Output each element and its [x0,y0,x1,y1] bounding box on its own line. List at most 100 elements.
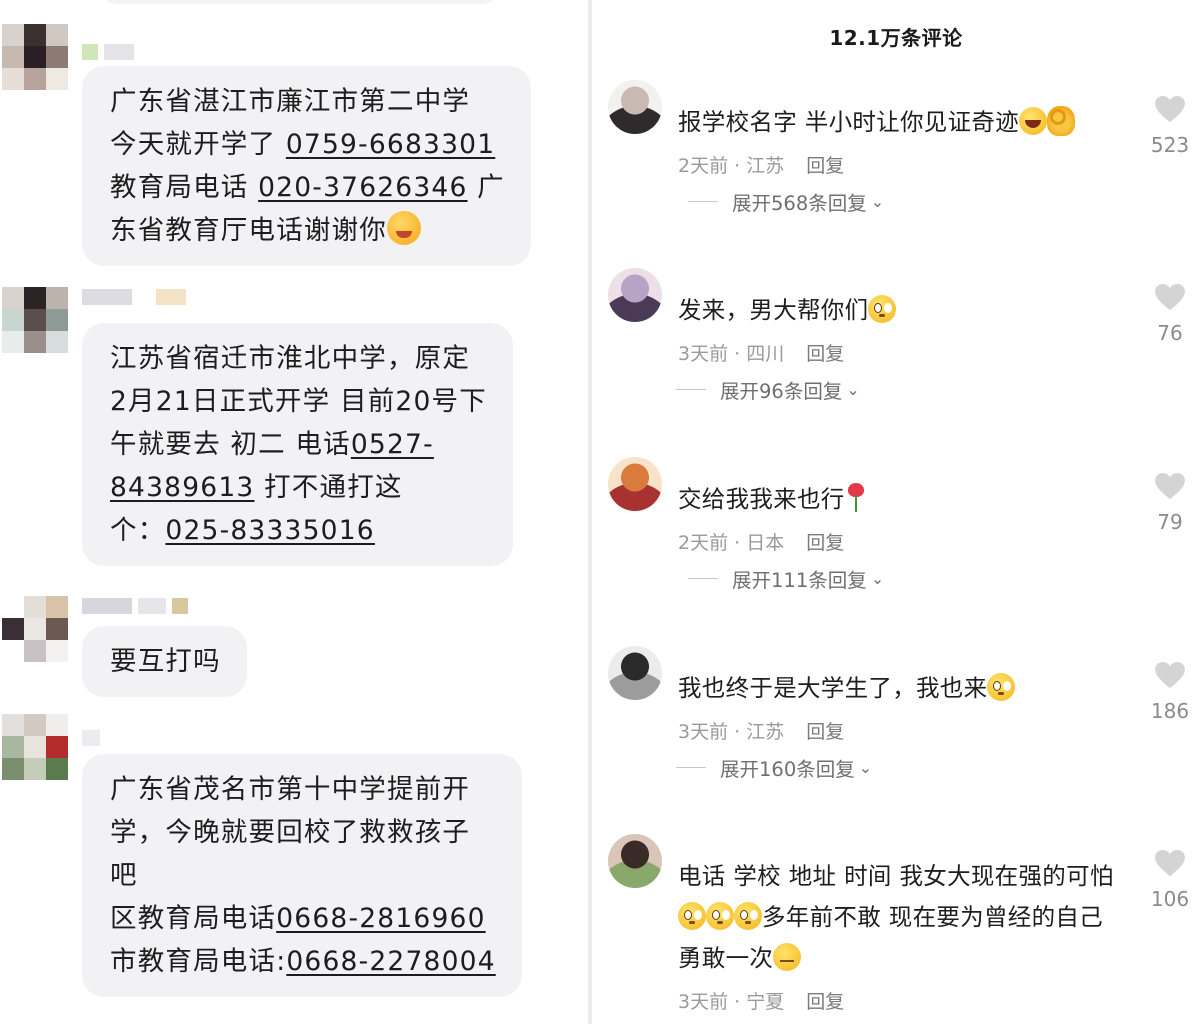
commenter-avatar[interactable] [608,834,662,888]
chevron-down-icon: ⌄ [858,758,873,777]
message-line: 吧 [110,854,496,897]
message-line: 2月21日正式开学 目前20号下 [110,380,487,423]
message-text: 我也终于是大学生了，我也来 [678,674,988,702]
eyes-face-emoji-icon [734,902,762,930]
message-text: 今天就开学了 [110,129,286,160]
eyes-face-emoji-icon [678,902,706,930]
expand-replies-button[interactable]: 展开160条回复 ⌄ [676,753,872,782]
message-text: 江苏省宿迁市淮北中学，原定 [110,343,471,374]
comment-meta: 2天前 · 日本 回复 [678,528,844,555]
like-button[interactable]: 76 [1148,284,1192,345]
message-line: 市教育局电话:0668-2278004 [110,940,496,983]
like-count: 523 [1150,133,1190,157]
divider-line [688,200,718,203]
expand-replies-button[interactable]: 展开568条回复 ⌄ [688,187,884,216]
expand-replies-button[interactable]: 展开111条回复 ⌄ [688,564,884,593]
chevron-down-icon: ⌄ [870,192,885,211]
comment-text-line: 交给我我来也行 [678,479,869,520]
avatar[interactable] [2,714,68,780]
phone-number-link[interactable]: 020-37626346 [258,172,467,203]
message-line: 个：025-83335016 [110,509,487,552]
phone-number-link[interactable]: 84389613 [110,472,254,503]
phone-number-link[interactable]: 0759-6683301 [286,129,495,160]
like-button[interactable]: 79 [1148,473,1192,534]
like-count: 106 [1150,887,1190,911]
like-button[interactable]: 523 [1148,96,1192,157]
heart-icon [1155,96,1185,123]
reply-button[interactable]: 回复 [806,155,844,177]
chevron-down-icon: ⌄ [846,380,860,399]
message-text: 广东省茂名市第十中学提前开 [110,774,471,805]
comment-meta: 3天前 · 宁夏 回复 [678,987,844,1014]
rose-emoji-icon [845,483,869,513]
avatar[interactable] [2,596,68,662]
message-bubble[interactable]: 广东省茂名市第十中学提前开学，今晚就要回校了救救孩子吧区教育局电话0668-28… [82,754,522,997]
message-line: 区教育局电话0668-2816960 [110,897,496,940]
message-text: 吧 [110,860,138,891]
divider-line [688,577,718,580]
comment-time-location: 3天前 · 四川 [678,343,785,365]
phone-number-link[interactable]: 025-83335016 [165,515,374,546]
phone-number-link[interactable]: 0668-2278004 [286,946,495,977]
reply-button[interactable]: 回复 [806,343,844,365]
eyes-face-emoji-icon [987,673,1016,701]
commenter-avatar[interactable] [608,268,662,322]
message-text: 市教育局电话: [110,946,287,977]
message-text: 打不通打这 [254,472,403,503]
like-button[interactable]: 106 [1148,850,1192,911]
comment-time-location: 2天前 · 江苏 [678,155,785,177]
phone-number-link[interactable]: 0527- [351,429,434,460]
like-button[interactable]: 186 [1148,662,1192,723]
divider-line [676,388,706,391]
pleading-face-emoji-icon [387,211,421,245]
comment-count-header: 12.1万条评论 [829,26,963,50]
avatar[interactable] [2,24,68,90]
commenter-avatar[interactable] [608,646,662,700]
comment-time-location: 3天前 · 宁夏 [678,991,785,1013]
message-text: 发来，男大帮你们 [678,296,869,324]
comment-text-line: 我也终于是大学生了，我也来 [678,668,1016,709]
group-chat-panel: 广东省湛江市廉江市第二中学 今天就开学了 0759-6683301 教育局电话 0… [0,0,588,1024]
message-bubble[interactable]: 江苏省宿迁市淮北中学，原定 2月21日正式开学 目前20号下 午就要去 初二 电话0… [82,323,513,566]
message-text: 区教育局电话 [110,903,277,934]
expand-replies-label: 展开568条回复 [732,192,867,215]
sender-name-blurred [82,44,134,62]
sender-name-blurred [82,730,100,748]
comment-text: 电话 学校 地址 时间 我女大现在强的可怕 多年前不敢 现在要为曾经的自己 勇敢一次 [678,856,1114,979]
message-bubble[interactable]: 要互打吗 [82,626,247,697]
reply-button[interactable]: 回复 [806,991,844,1013]
message-text: 报学校名字 半小时让你见证奇迹 [678,108,1019,136]
sender-name-blurred [82,289,186,307]
message-text: 教育局电话 [110,172,259,203]
expand-replies-button[interactable]: 展开96条回复 ⌄ [676,375,860,404]
heart-icon [1155,473,1185,500]
message-text: 午就要去 初二 电话 [110,429,351,460]
heart-icon [1155,850,1185,877]
commenter-avatar[interactable] [608,457,662,511]
like-count: 79 [1157,510,1183,534]
message-text: 广 [467,172,505,203]
message-line: 广东省湛江市廉江市第二中学 [110,80,505,123]
comment-text: 我也终于是大学生了，我也来 [678,668,1016,709]
comment-text-line: 电话 学校 地址 时间 我女大现在强的可怕 [678,856,1114,897]
message-bubble[interactable]: 广东省湛江市廉江市第二中学 今天就开学了 0759-6683301 教育局电话 0… [82,66,531,266]
comment-text-line: 发来，男大帮你们 [678,290,897,331]
avatar[interactable] [2,287,68,353]
message-text: 电话 学校 地址 时间 我女大现在强的可怕 [678,862,1114,890]
comment-time-location: 2天前 · 日本 [678,532,785,554]
comment-text: 交给我我来也行 [678,479,869,520]
message-line: 学，今晚就要回校了救救孩子 [110,811,496,854]
reply-button[interactable]: 回复 [806,532,844,554]
unamused-face-emoji-icon [773,943,802,971]
message-line: 广东省茂名市第十中学提前开 [110,768,496,811]
eyes-face-emoji-icon [868,295,897,323]
heart-icon [1155,284,1185,311]
like-count: 186 [1150,699,1190,723]
message-line: 要互打吗 [110,640,221,683]
previous-message-bubble [100,0,500,4]
message-line: 84389613 打不通打这 [110,466,487,509]
phone-number-link[interactable]: 0668-2816960 [276,903,485,934]
heart-icon [1155,662,1185,689]
commenter-avatar[interactable] [608,80,662,134]
reply-button[interactable]: 回复 [806,721,844,743]
